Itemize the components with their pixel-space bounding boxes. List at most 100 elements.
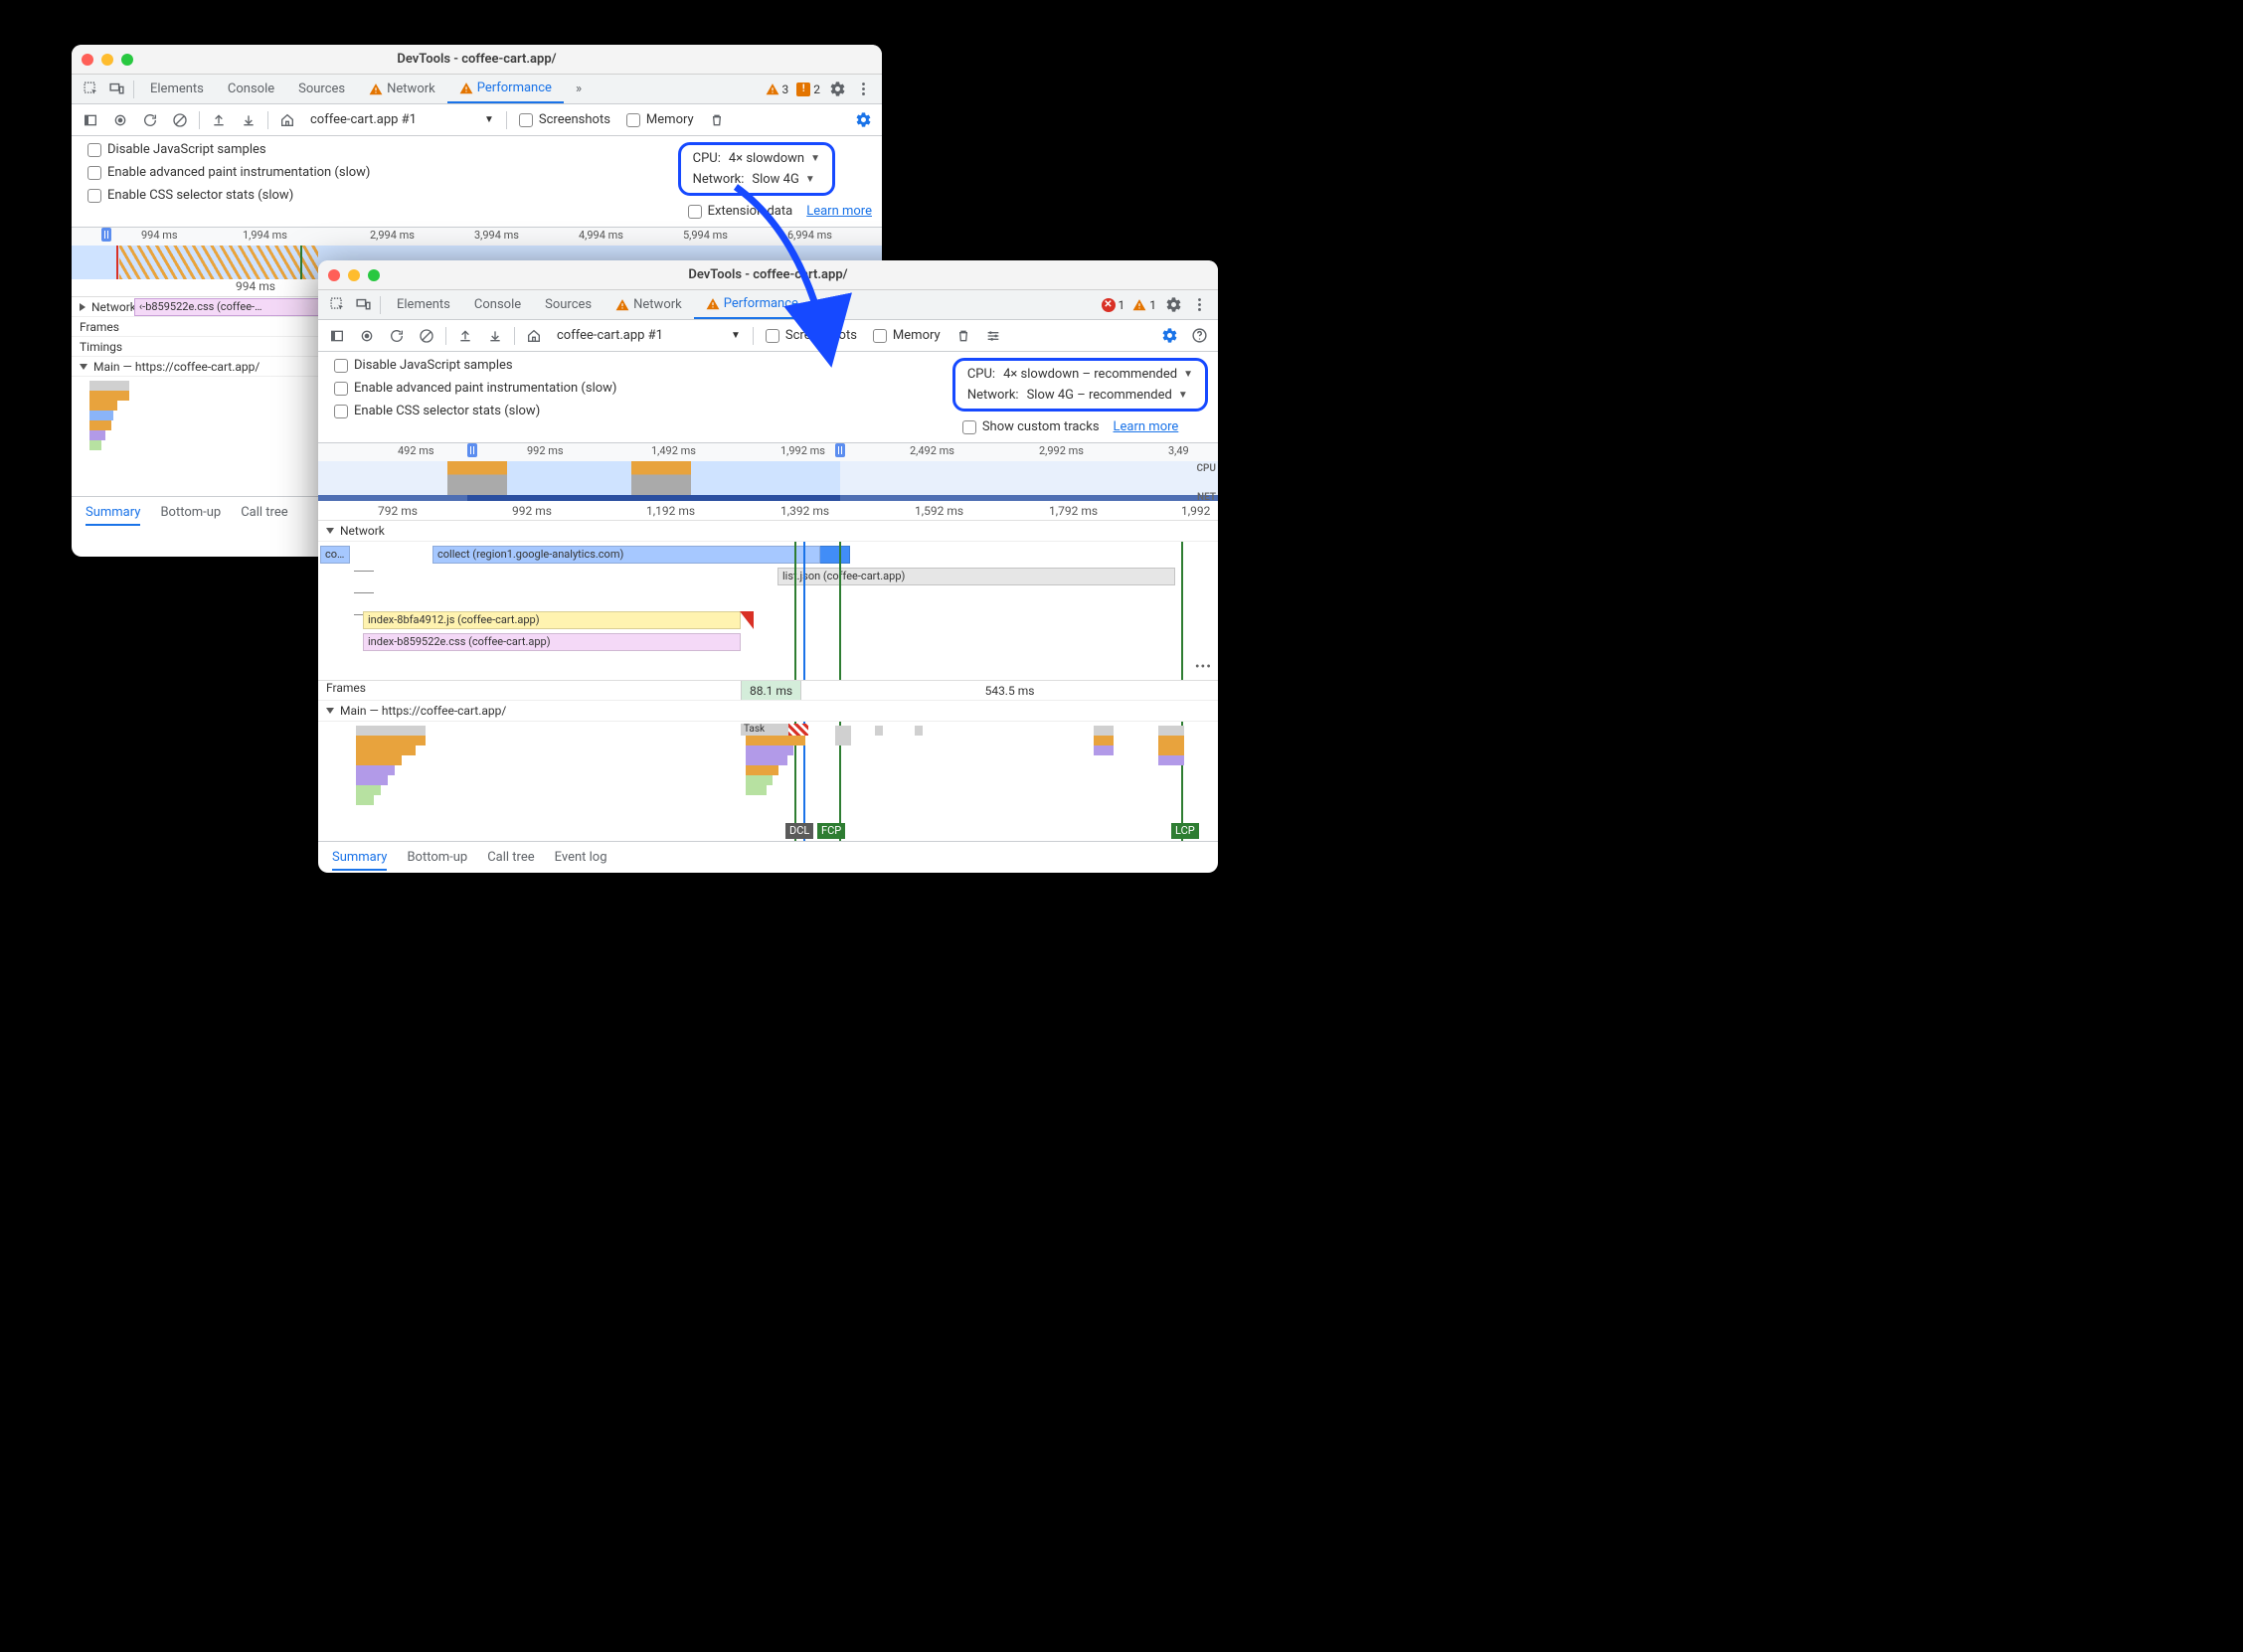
range-handle-left[interactable] bbox=[467, 443, 477, 457]
tab-more[interactable]: » bbox=[810, 290, 840, 319]
tab-elements[interactable]: Elements bbox=[138, 75, 216, 103]
toggle-panel-icon[interactable] bbox=[324, 323, 350, 349]
home-icon[interactable] bbox=[274, 107, 300, 133]
css-stats-checkbox[interactable]: Enable CSS selector stats (slow) bbox=[328, 404, 622, 418]
inspect-icon[interactable] bbox=[78, 77, 103, 102]
settings-icon[interactable] bbox=[824, 77, 850, 102]
home-icon[interactable] bbox=[521, 323, 547, 349]
memory-checkbox[interactable]: Memory bbox=[867, 328, 947, 343]
window-title: DevTools - coffee-cart.app/ bbox=[72, 52, 882, 67]
clear-icon[interactable] bbox=[167, 107, 193, 133]
frame-segment[interactable]: 543.5 ms bbox=[800, 681, 1218, 700]
tab-call-tree[interactable]: Call tree bbox=[487, 850, 534, 865]
network-throttle-select[interactable]: Slow 4G – recommended▼ bbox=[1027, 388, 1188, 403]
clear-icon[interactable] bbox=[414, 323, 439, 349]
screenshots-checkbox[interactable]: Screenshots bbox=[513, 112, 616, 127]
main-tabs: Elements Console Sources Network Perform… bbox=[72, 75, 882, 104]
kebab-icon[interactable] bbox=[1186, 292, 1212, 318]
range-handle-right[interactable] bbox=[835, 443, 845, 457]
tab-summary[interactable]: Summary bbox=[332, 850, 387, 871]
frames-track[interactable]: Frames 88.1 ms 543.5 ms bbox=[318, 681, 1218, 701]
more-indicator[interactable]: ••• bbox=[1195, 659, 1212, 675]
network-bar[interactable]: list.json (coffee-cart.app) bbox=[777, 568, 1175, 585]
range-handle-left[interactable] bbox=[101, 228, 111, 242]
learn-more-link[interactable]: Learn more bbox=[806, 204, 872, 219]
inspect-icon[interactable] bbox=[324, 292, 350, 318]
settings-icon[interactable] bbox=[1160, 292, 1186, 318]
garbage-icon[interactable] bbox=[950, 323, 976, 349]
record-icon[interactable] bbox=[354, 323, 380, 349]
warnings-badge[interactable]: 3 bbox=[762, 83, 793, 96]
upload-icon[interactable] bbox=[206, 107, 232, 133]
adv-paint-checkbox[interactable]: Enable advanced paint instrumentation (s… bbox=[82, 165, 376, 180]
shortcuts-icon[interactable] bbox=[980, 323, 1006, 349]
dcl-marker[interactable]: DCL bbox=[785, 823, 813, 839]
capture-settings-icon[interactable] bbox=[850, 107, 876, 133]
device-icon[interactable] bbox=[103, 77, 129, 102]
capture-settings-icon[interactable] bbox=[1156, 323, 1182, 349]
network-bar-tail[interactable] bbox=[820, 546, 850, 564]
download-icon[interactable] bbox=[482, 323, 508, 349]
cpu-throttle-select[interactable]: 4× slowdown▼ bbox=[729, 151, 820, 166]
tab-summary[interactable]: Summary bbox=[86, 505, 140, 526]
custom-tracks-checkbox[interactable]: Show custom tracks bbox=[956, 419, 1106, 434]
tab-network[interactable]: Network bbox=[357, 75, 447, 103]
tab-performance[interactable]: Performance bbox=[694, 290, 810, 319]
network-throttle-select[interactable]: Slow 4G▼ bbox=[752, 172, 814, 187]
network-bar[interactable]: collect (region1.google-analytics.com) bbox=[432, 546, 820, 564]
capture-settings-panel: Disable JavaScript samples Enable advanc… bbox=[318, 352, 1218, 443]
main-track-header[interactable]: Main — https://coffee-cart.app/ bbox=[318, 701, 1218, 722]
tab-console[interactable]: Console bbox=[462, 290, 533, 319]
network-bar[interactable]: index-b859522e.css (coffee-cart.app) bbox=[363, 633, 741, 651]
tab-call-tree[interactable]: Call tree bbox=[241, 505, 287, 520]
network-bar[interactable]: index-8bfa4912.js (coffee-cart.app) bbox=[363, 611, 741, 629]
upload-icon[interactable] bbox=[452, 323, 478, 349]
recording-select[interactable]: coffee-cart.app #1▼ bbox=[551, 328, 747, 343]
time-ruler[interactable]: 792 ms 992 ms 1,192 ms 1,392 ms 1,592 ms… bbox=[318, 501, 1218, 521]
errors-badge[interactable]: ✕1 bbox=[1098, 298, 1129, 312]
device-icon[interactable] bbox=[350, 292, 376, 318]
download-icon[interactable] bbox=[236, 107, 261, 133]
tab-console[interactable]: Console bbox=[216, 75, 286, 103]
lcp-marker[interactable]: LCP bbox=[1171, 823, 1199, 839]
disable-js-checkbox[interactable]: Disable JavaScript samples bbox=[328, 358, 622, 373]
frame-segment[interactable]: 88.1 ms bbox=[741, 681, 800, 700]
disable-js-checkbox[interactable]: Disable JavaScript samples bbox=[82, 142, 376, 157]
warnings-badge[interactable]: 1 bbox=[1128, 298, 1160, 312]
main-flame-chart[interactable]: Task DCL FCP LCP bbox=[318, 722, 1218, 841]
extension-data-checkbox[interactable]: Extension data bbox=[682, 204, 799, 219]
tab-sources[interactable]: Sources bbox=[533, 290, 604, 319]
devtools-window-after: DevTools - coffee-cart.app/ Elements Con… bbox=[318, 260, 1218, 873]
help-icon[interactable] bbox=[1186, 323, 1212, 349]
expand-icon bbox=[80, 303, 86, 311]
tab-sources[interactable]: Sources bbox=[286, 75, 357, 103]
network-bar[interactable]: co… bbox=[320, 546, 350, 564]
memory-checkbox[interactable]: Memory bbox=[620, 112, 700, 127]
network-track[interactable]: co… collect (region1.google-analytics.co… bbox=[318, 542, 1218, 681]
tab-bottom-up[interactable]: Bottom-up bbox=[160, 505, 221, 520]
issues-badge[interactable]: !2 bbox=[792, 83, 824, 96]
garbage-icon[interactable] bbox=[704, 107, 730, 133]
reload-icon[interactable] bbox=[384, 323, 410, 349]
network-track-header[interactable]: Network bbox=[318, 521, 1218, 542]
kebab-icon[interactable] bbox=[850, 77, 876, 102]
tab-performance[interactable]: Performance bbox=[447, 75, 564, 103]
tab-event-log[interactable]: Event log bbox=[555, 850, 607, 865]
css-stats-checkbox[interactable]: Enable CSS selector stats (slow) bbox=[82, 188, 376, 203]
record-icon[interactable] bbox=[107, 107, 133, 133]
tab-more[interactable]: » bbox=[564, 75, 594, 103]
reload-icon[interactable] bbox=[137, 107, 163, 133]
toggle-panel-icon[interactable] bbox=[78, 107, 103, 133]
adv-paint-checkbox[interactable]: Enable advanced paint instrumentation (s… bbox=[328, 381, 622, 396]
cpu-throttle-select[interactable]: 4× slowdown – recommended▼ bbox=[1003, 367, 1193, 382]
screenshots-checkbox[interactable]: Screenshots bbox=[760, 328, 863, 343]
capture-settings-panel: Disable JavaScript samples Enable advanc… bbox=[72, 136, 882, 228]
issue-icon: ! bbox=[796, 83, 810, 96]
tab-bottom-up[interactable]: Bottom-up bbox=[407, 850, 467, 865]
tab-elements[interactable]: Elements bbox=[385, 290, 462, 319]
fcp-marker[interactable]: FCP bbox=[817, 823, 845, 839]
overview-timeline[interactable]: 492 ms 992 ms 1,492 ms 1,992 ms 2,492 ms… bbox=[318, 443, 1218, 501]
recording-select[interactable]: coffee-cart.app #1▼ bbox=[304, 112, 500, 127]
learn-more-link[interactable]: Learn more bbox=[1114, 419, 1179, 434]
tab-network[interactable]: Network bbox=[604, 290, 694, 319]
